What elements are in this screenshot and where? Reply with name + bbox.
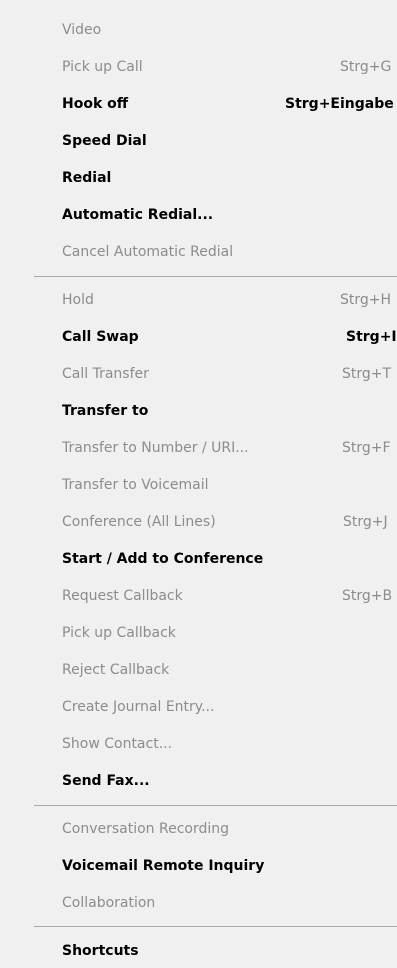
menu-item-reject-callback[interactable]: Reject Callback <box>0 653 397 687</box>
menu-item-shortcut: Strg+F <box>342 440 391 456</box>
menu-item-pick-up-call[interactable]: Pick up Call Strg+G <box>0 50 397 84</box>
menu-item-shortcut: Strg+G <box>340 59 392 75</box>
menu-item-request-callback[interactable]: Request Callback Strg+B <box>0 579 397 613</box>
menu-item-label: Reject Callback <box>62 662 170 678</box>
menu-item-shortcut: Strg+I <box>346 329 397 345</box>
menu-item-hold[interactable]: Hold Strg+H <box>0 283 397 317</box>
menu-item-transfer-to-number-uri[interactable]: Transfer to Number / URI... Strg+F <box>0 431 397 465</box>
menu-item-label: Call Swap <box>62 329 139 345</box>
menu-item-transfer-to-voicemail[interactable]: Transfer to Voicemail <box>0 468 397 502</box>
menu-item-collaboration[interactable]: Collaboration <box>0 886 397 920</box>
menu-item-video[interactable]: Video <box>0 13 397 47</box>
menu-item-create-journal-entry[interactable]: Create Journal Entry... <box>0 690 397 724</box>
menu-item-conversation-recording[interactable]: Conversation Recording <box>0 812 397 846</box>
menu-item-label: Hook off <box>62 96 129 112</box>
menu-item-label: Show Contact... <box>62 736 173 752</box>
menu-item-label: Transfer to Number / URI... <box>62 440 249 456</box>
menu-item-label: Conference (All Lines) <box>62 514 216 530</box>
menu-separator <box>34 805 397 806</box>
menu-item-pick-up-callback[interactable]: Pick up Callback <box>0 616 397 650</box>
menu-separator <box>34 276 397 277</box>
menu-item-conference-all-lines[interactable]: Conference (All Lines) Strg+J <box>0 505 397 539</box>
menu-item-shortcut: Strg+T <box>342 366 392 382</box>
menu-item-hook-off[interactable]: Hook off Strg+Eingabe <box>0 87 397 121</box>
menu-item-label: Cancel Automatic Redial <box>62 244 234 260</box>
menu-item-show-contact[interactable]: Show Contact... <box>0 727 397 761</box>
menu-item-label: Shortcuts <box>62 943 139 959</box>
menu-item-label: Call Transfer <box>62 366 149 382</box>
menu-item-label: Voicemail Remote Inquiry <box>62 858 265 874</box>
menu-item-shortcut: Strg+B <box>342 588 393 604</box>
menu-item-send-fax[interactable]: Send Fax... <box>0 764 397 798</box>
menu-item-label: Request Callback <box>62 588 183 604</box>
menu-item-label: Redial <box>62 170 112 186</box>
menu-item-label: Collaboration <box>62 895 156 911</box>
menu-item-shortcut: Strg+H <box>340 292 392 308</box>
menu-item-label: Pick up Callback <box>62 625 176 641</box>
menu-item-cancel-automatic-redial[interactable]: Cancel Automatic Redial <box>0 235 397 269</box>
menu-item-shortcut: Strg+J <box>343 514 388 530</box>
menu-item-shortcuts[interactable]: Shortcuts <box>0 934 397 968</box>
menu-separator <box>34 926 397 927</box>
menu-item-speed-dial[interactable]: Speed Dial <box>0 124 397 158</box>
menu-item-start-add-to-conference[interactable]: Start / Add to Conference <box>0 542 397 576</box>
menu-item-label: Transfer to Voicemail <box>62 477 209 493</box>
menu-item-call-transfer[interactable]: Call Transfer Strg+T <box>0 357 397 391</box>
menu-item-redial[interactable]: Redial <box>0 161 397 195</box>
menu-item-shortcut: Strg+Eingabe <box>285 96 394 112</box>
menu-item-label: Create Journal Entry... <box>62 699 215 715</box>
call-context-menu: Video Pick up Call Strg+G Hook off Strg+… <box>0 0 397 965</box>
menu-item-label: Start / Add to Conference <box>62 551 264 567</box>
menu-item-label: Video <box>62 22 102 38</box>
menu-item-automatic-redial[interactable]: Automatic Redial... <box>0 198 397 232</box>
menu-item-label: Speed Dial <box>62 133 147 149</box>
menu-item-label: Hold <box>62 292 94 308</box>
menu-item-call-swap[interactable]: Call Swap Strg+I <box>0 320 397 354</box>
menu-item-label: Automatic Redial... <box>62 207 214 223</box>
menu-item-label: Conversation Recording <box>62 821 230 837</box>
menu-item-label: Pick up Call <box>62 59 143 75</box>
menu-item-transfer-to[interactable]: Transfer to <box>0 394 397 428</box>
menu-item-label: Transfer to <box>62 403 149 419</box>
menu-item-voicemail-remote-inquiry[interactable]: Voicemail Remote Inquiry <box>0 849 397 883</box>
menu-item-label: Send Fax... <box>62 773 150 789</box>
